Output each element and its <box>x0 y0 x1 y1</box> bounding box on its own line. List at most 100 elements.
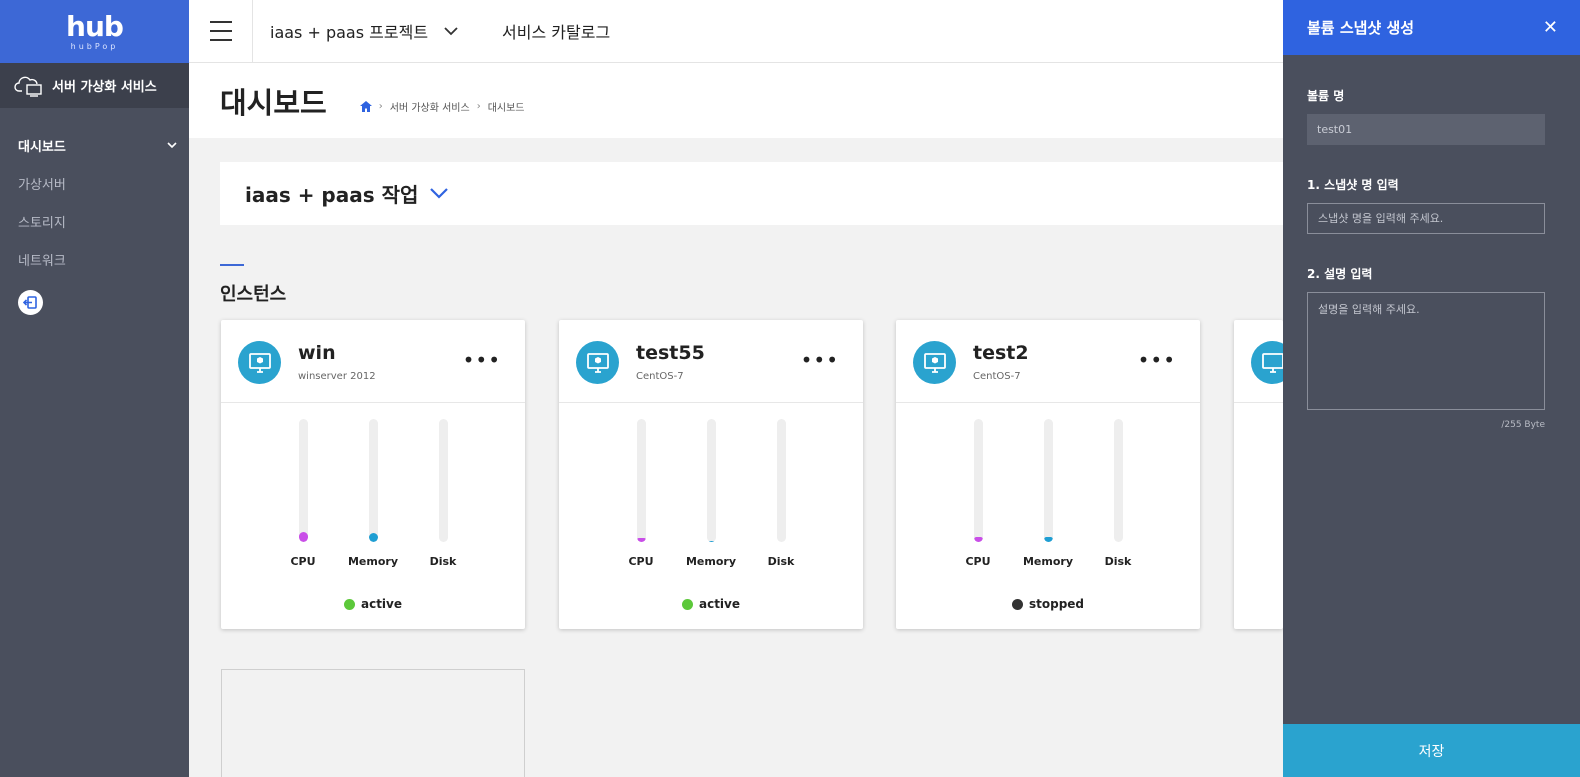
logo-subtext: hubPop <box>70 41 119 51</box>
volume-name-field: test01 <box>1307 114 1545 145</box>
gauge-label: Memory <box>347 555 399 568</box>
page-title: 대시보드 <box>220 85 327 120</box>
chevron-down-icon <box>167 141 177 148</box>
section-title: 인스턴스 <box>220 284 287 305</box>
service-catalog-link[interactable]: 서비스 카탈로그 <box>502 19 610 43</box>
status-badge: active <box>221 597 525 611</box>
sidebar-item-label: 가상서버 <box>18 177 66 193</box>
card-header: win winserver 2012 ••• <box>221 320 525 403</box>
status-text: active <box>360 597 403 611</box>
top-header: iaas + paas 프로젝트 서비스 카탈로그 <box>189 0 1283 63</box>
gauge-disk: Disk <box>409 419 477 568</box>
gauge-track <box>368 419 378 542</box>
breadcrumb-separator: › <box>476 101 481 112</box>
status-dot-icon <box>343 598 355 610</box>
sidebar-item-virtual-server[interactable]: 가상서버 <box>0 164 189 202</box>
work-select[interactable]: iaas + paas 작업 <box>220 162 1283 225</box>
gauge-label: CPU <box>628 555 654 568</box>
gauge-track <box>706 419 716 542</box>
panel-title: 볼륨 스냅샷 생성 <box>1307 19 1415 37</box>
monitor-icon <box>1251 341 1283 384</box>
gauge-track <box>298 419 308 542</box>
gauge-label: CPU <box>965 555 991 568</box>
status-dot-icon <box>681 598 693 610</box>
project-select[interactable]: iaas + paas 프로젝트 <box>270 19 458 43</box>
work-select-label: iaas + paas 작업 <box>245 183 419 207</box>
sidebar-item-network[interactable]: 네트워크 <box>0 240 189 278</box>
breadcrumb-item[interactable]: 서버 가상화 서비스 <box>390 99 470 114</box>
byte-counter: /255 Byte <box>1501 420 1545 430</box>
logout-button[interactable] <box>18 290 43 315</box>
instance-card[interactable]: win winserver 2012 ••• CPU Memory Disk a… <box>221 320 525 629</box>
card-header: test55 CentOS-7 ••• <box>559 320 863 403</box>
monitor-icon <box>238 341 281 384</box>
sidebar-item-label: 스토리지 <box>18 215 66 231</box>
monitor-icon <box>913 341 956 384</box>
gauge-track <box>636 419 646 542</box>
instance-os: winserver 2012 <box>298 371 376 382</box>
gauge-memory: Memory <box>677 419 745 568</box>
instance-name: win <box>298 342 336 364</box>
gauge-fill <box>636 538 646 542</box>
instance-card[interactable]: test55 CentOS-7 ••• CPU Memory Disk acti… <box>559 320 863 629</box>
save-button[interactable]: 저장 <box>1283 724 1580 777</box>
usage-gauges: CPU Memory Disk <box>269 419 477 568</box>
gauge-memory: Memory <box>1014 419 1082 568</box>
chevron-down-icon <box>444 26 458 35</box>
usage-gauges: CPU Memory Disk <box>607 419 815 568</box>
gauge-fill <box>298 532 308 542</box>
chevron-down-icon <box>430 188 449 199</box>
panel-body: 볼륨 명 test01 1. 스냅샷 명 입력 2. 설명 입력 /255 By… <box>1283 55 1580 430</box>
gauge-label: CPU <box>290 555 316 568</box>
description-textarea[interactable] <box>1307 292 1545 410</box>
sidebar: hub hubPop 서버 가상화 서비스 대시보드 가상서버 스토리지 네트워… <box>0 0 189 777</box>
hamburger-menu-button[interactable] <box>189 0 253 63</box>
card-header: test2 CentOS-7 ••• <box>896 320 1200 403</box>
status-dot-icon <box>1011 598 1023 610</box>
snapshot-name-input[interactable] <box>1307 203 1545 234</box>
more-options-icon[interactable]: ••• <box>1138 348 1176 372</box>
gauge-cpu: CPU <box>269 419 337 568</box>
gauge-label: Disk <box>429 555 457 568</box>
status-badge: stopped <box>896 597 1200 611</box>
sidebar-item-label: 대시보드 <box>18 139 66 155</box>
breadcrumb: › 서버 가상화 서비스 › 대시보드 <box>359 99 525 114</box>
service-header: 서버 가상화 서비스 <box>0 63 189 108</box>
gauge-disk: Disk <box>747 419 815 568</box>
more-options-icon[interactable]: ••• <box>463 348 501 372</box>
status-text: stopped <box>1028 597 1085 611</box>
gauge-disk: Disk <box>1084 419 1152 568</box>
instance-name: test55 <box>636 342 705 364</box>
gauge-track <box>776 419 786 542</box>
gauge-label: Memory <box>685 555 737 568</box>
gauge-cpu: CPU <box>944 419 1012 568</box>
breadcrumb-item: 대시보드 <box>487 103 525 114</box>
gauge-track <box>1043 419 1053 542</box>
cloud-server-icon <box>14 76 42 97</box>
home-icon[interactable] <box>359 101 372 112</box>
gauge-fill <box>368 533 378 542</box>
gauge-fill <box>1043 537 1053 542</box>
add-instance-card[interactable] <box>221 669 525 777</box>
sidebar-item-dashboard[interactable]: 대시보드 <box>0 126 189 164</box>
gauge-label: Memory <box>1022 555 1074 568</box>
sidebar-item-storage[interactable]: 스토리지 <box>0 202 189 240</box>
instance-card[interactable]: test2 CentOS-7 ••• CPU Memory Disk stopp… <box>896 320 1200 629</box>
logo-text: hub <box>66 9 124 43</box>
more-options-icon[interactable]: ••• <box>801 348 839 372</box>
gauge-track <box>973 419 983 542</box>
close-icon[interactable]: ✕ <box>1543 17 1558 38</box>
page-title-bar: 대시보드 › 서버 가상화 서비스 › 대시보드 <box>189 63 1283 138</box>
logo[interactable]: hub hubPop <box>0 0 189 63</box>
instance-card[interactable] <box>1234 320 1283 629</box>
snapshot-panel: 볼륨 스냅샷 생성 ✕ 볼륨 명 test01 1. 스냅샷 명 입력 2. 설… <box>1283 0 1580 777</box>
section-accent <box>220 264 244 266</box>
panel-header: 볼륨 스냅샷 생성 ✕ <box>1283 0 1580 55</box>
status-badge: active <box>559 597 863 611</box>
gauge-track <box>438 419 448 542</box>
volume-name-label: 볼륨 명 <box>1307 89 1345 103</box>
gauge-track <box>1113 419 1123 542</box>
snapshot-name-label: 1. 스냅샷 명 입력 <box>1307 178 1399 192</box>
gauge-label: Disk <box>767 555 795 568</box>
usage-gauges: CPU Memory Disk <box>944 419 1152 568</box>
